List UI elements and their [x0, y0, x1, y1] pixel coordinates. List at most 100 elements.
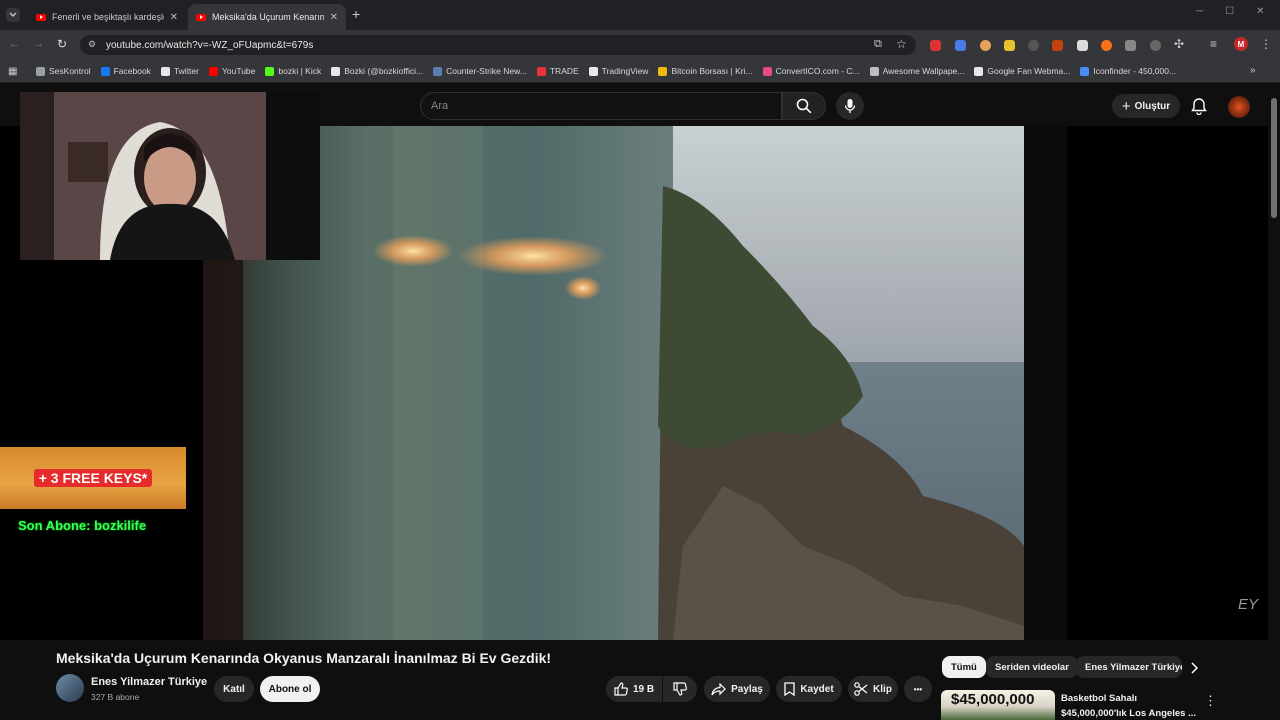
bookmark-item[interactable]: Twitter: [160, 66, 199, 76]
save-button[interactable]: Kaydet: [776, 676, 842, 702]
apps-grid-icon[interactable]: ▦: [8, 66, 17, 77]
bookmark-item[interactable]: Bozki (@bozkioffici...: [331, 66, 423, 76]
bookmark-favicon-icon: [536, 66, 546, 76]
bookmark-star-icon[interactable]: ☆: [896, 37, 907, 51]
create-label: Oluştur: [1134, 100, 1171, 112]
create-button[interactable]: + Oluştur: [1112, 94, 1180, 118]
extension-icon[interactable]: [930, 40, 941, 51]
share-button[interactable]: Paylaş: [704, 676, 770, 702]
bookmark-item[interactable]: SesKontrol: [36, 66, 91, 76]
subscriber-count: 327 B abone: [91, 692, 140, 702]
extension-icon[interactable]: [1101, 40, 1112, 51]
tab-search-button[interactable]: [6, 8, 20, 22]
thumbs-down-icon: [673, 682, 687, 696]
bookmark-item[interactable]: Counter-Strike New...: [433, 66, 527, 76]
chip-series[interactable]: Seriden videolar: [986, 656, 1078, 678]
extension-icon[interactable]: [980, 40, 991, 51]
bookmark-item[interactable]: YouTube: [208, 66, 255, 76]
site-info-icon[interactable]: ⚙: [88, 39, 96, 50]
chips-next-button[interactable]: [1190, 662, 1198, 674]
bookmark-label: Bitcoin Borsası | Kri...: [671, 66, 753, 76]
reload-icon[interactable]: ↻: [57, 37, 67, 51]
extension-icon[interactable]: [1028, 40, 1039, 51]
install-icon[interactable]: ⧉: [874, 38, 882, 51]
back-icon[interactable]: ←: [9, 38, 20, 50]
address-bar[interactable]: ⚙ youtube.com/watch?v=-WZ_oFUapmc&t=679s: [80, 35, 916, 55]
bookmarks-overflow-icon[interactable]: »: [1250, 65, 1256, 76]
bookmark-favicon-icon: [1080, 66, 1090, 76]
bookmark-item[interactable]: ConvertICO.com - C...: [762, 66, 860, 76]
bookmark-label: Bozki (@bozkioffici...: [344, 66, 424, 76]
channel-avatar[interactable]: [56, 674, 84, 702]
share-label: Paylaş: [731, 683, 763, 695]
chip-channel[interactable]: Enes Yilmazer Türkiye: [1076, 656, 1182, 678]
subscribe-button[interactable]: Abone ol: [260, 676, 320, 702]
notifications-button[interactable]: [1191, 97, 1207, 115]
dislike-button[interactable]: [663, 676, 697, 702]
recommended-thumbnail[interactable]: $45,000,000: [941, 690, 1055, 720]
bookmark-label: TRADE: [549, 66, 579, 76]
profile-avatar-icon[interactable]: M: [1234, 37, 1248, 51]
reading-list-icon[interactable]: ≡: [1210, 37, 1217, 51]
like-count: 19 B: [632, 683, 655, 695]
close-tab-icon[interactable]: ✕: [330, 12, 338, 23]
search-input[interactable]: Ara: [420, 92, 782, 120]
search-button[interactable]: [782, 92, 826, 120]
search-icon: [796, 98, 812, 114]
bookmark-favicon-icon: [433, 66, 443, 76]
bookmark-item[interactable]: Awesome Wallpape...: [869, 66, 965, 76]
plus-icon: +: [1121, 97, 1131, 115]
webcam-image: [20, 92, 320, 260]
like-button[interactable]: 19 B: [606, 676, 662, 702]
bookmark-label: bozki | Kick: [278, 66, 322, 76]
extension-icon[interactable]: [955, 40, 966, 51]
free-keys-banner: + 3 FREE KEYS*: [0, 447, 186, 509]
bookmark-icon: [784, 682, 795, 696]
bookmark-favicon-icon: [762, 66, 772, 76]
tab-meksika[interactable]: Meksika'da Uçurum Kenarında ✕: [188, 4, 346, 30]
maximize-icon[interactable]: ☐: [1225, 6, 1234, 17]
video-frame[interactable]: [203, 126, 1067, 640]
extension-icon[interactable]: [1052, 40, 1063, 51]
bookmark-favicon-icon: [974, 66, 984, 76]
extension-icon[interactable]: [1150, 40, 1161, 51]
extension-icon[interactable]: [1077, 40, 1088, 51]
close-window-icon[interactable]: ✕: [1256, 6, 1264, 17]
recommended-subtitle[interactable]: $45,000,000'lık Los Angeles ...: [1061, 708, 1196, 719]
channel-name[interactable]: Enes Yilmazer Türkiye: [91, 676, 207, 688]
tab-fenerli[interactable]: Fenerli ve beşiktaşlı kardeşlerin ✕: [28, 4, 186, 30]
recommended-menu-icon[interactable]: ⋮: [1204, 693, 1217, 709]
chevron-down-icon: [9, 12, 17, 17]
clip-button[interactable]: Klip: [848, 676, 898, 702]
channel-watermark[interactable]: EY: [1238, 596, 1258, 613]
page-scrollbar[interactable]: [1268, 84, 1280, 720]
close-tab-icon[interactable]: ✕: [170, 12, 178, 23]
bookmark-label: TradingView: [601, 66, 649, 76]
join-button[interactable]: Katıl: [214, 676, 254, 702]
bookmark-item[interactable]: TradingView: [588, 66, 649, 76]
new-tab-button[interactable]: +: [352, 6, 360, 22]
more-actions-button[interactable]: •••: [904, 676, 932, 702]
recommended-title[interactable]: Basketbol Sahalı: [1061, 693, 1137, 704]
chevron-right-icon: [1191, 662, 1198, 674]
bookmark-item[interactable]: TRADE: [536, 66, 579, 76]
forward-icon[interactable]: →: [33, 38, 44, 50]
bookmark-item[interactable]: Google Fan Webma...: [974, 66, 1070, 76]
extensions-puzzle-icon[interactable]: ✣: [1174, 37, 1184, 51]
bookmark-item[interactable]: Iconfinder - 450,000...: [1080, 66, 1176, 76]
minimize-icon[interactable]: ─: [1196, 6, 1203, 17]
chip-all[interactable]: Tümü: [942, 656, 986, 678]
bookmark-item[interactable]: Facebook: [100, 66, 151, 76]
scrollbar-thumb[interactable]: [1271, 98, 1277, 218]
bookmark-item[interactable]: Bitcoin Borsası | Kri...: [658, 66, 753, 76]
bookmark-favicon-icon: [869, 66, 879, 76]
extension-icon[interactable]: [1004, 40, 1015, 51]
bookmark-label: Awesome Wallpape...: [882, 66, 965, 76]
account-avatar[interactable]: [1228, 96, 1250, 118]
thumbs-up-icon: [614, 682, 628, 696]
voice-search-button[interactable]: [836, 92, 864, 120]
extension-icon[interactable]: [1125, 40, 1136, 51]
bookmark-item[interactable]: bozki | Kick: [265, 66, 321, 76]
menu-kebab-icon[interactable]: ⋮: [1260, 37, 1272, 51]
bookmark-favicon-icon: [36, 66, 45, 76]
